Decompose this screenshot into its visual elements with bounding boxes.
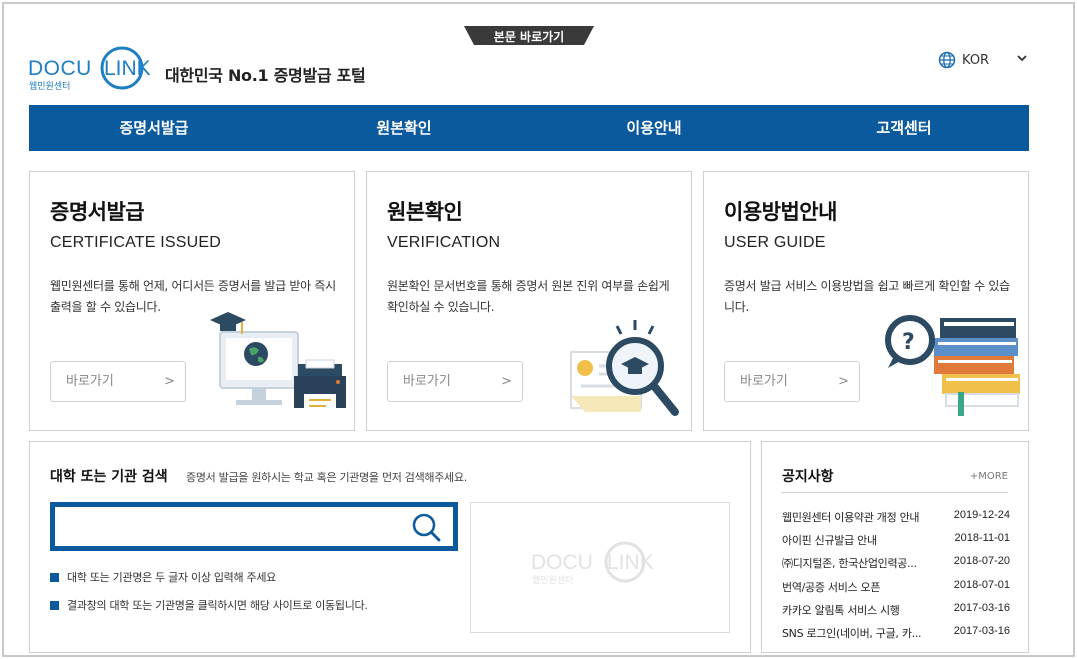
- notice-item[interactable]: 아이핀 신규발급 안내 2018-11-01: [782, 532, 1010, 550]
- chevron-right-icon: >: [164, 374, 175, 389]
- bullet-square-icon: [50, 600, 59, 610]
- globe-icon: [938, 51, 956, 69]
- notice-item-date: 2017-03-16: [953, 625, 1010, 637]
- doculink-logo[interactable]: DOCU LINK 웹민원센터: [28, 46, 158, 96]
- card-verification: 원본확인 VERIFICATION 원본확인 문서번호를 통해 증명서 원본 진…: [366, 171, 692, 431]
- hint-text: 결과창의 대학 또는 기관명을 클릭하시면 해당 사이트로 이동됩니다.: [67, 599, 368, 612]
- notice-item-title[interactable]: 아이핀 신규발급 안내: [782, 532, 937, 550]
- chevron-right-icon: >: [501, 374, 512, 389]
- search-icon[interactable]: [409, 510, 443, 544]
- notice-more-link[interactable]: +MORE: [970, 471, 1008, 482]
- chevron-right-icon: >: [838, 374, 849, 389]
- card-subtitle: VERIFICATION: [387, 234, 501, 251]
- search-result-panel: DOCU LINK 웹민원센터: [470, 502, 730, 633]
- notice-item-date: 2018-11-01: [954, 532, 1010, 544]
- notice-item-date: 2019-12-24: [953, 509, 1010, 521]
- bullet-square-icon: [50, 572, 59, 582]
- card-go-button[interactable]: 바로가기 >: [724, 361, 860, 402]
- go-button-label: 바로가기: [403, 374, 451, 389]
- search-hint-1: 대학 또는 기관명은 두 글자 이상 입력해 주세요: [50, 569, 276, 585]
- skip-to-content-link[interactable]: 본문 바로가기: [464, 26, 594, 45]
- nav-customer-center[interactable]: 고객센터: [779, 105, 1029, 151]
- svg-text:?: ?: [902, 330, 915, 355]
- card-subtitle: CERTIFICATE ISSUED: [50, 234, 222, 251]
- site-tagline: 대한민국 No.1 증명발급 포털: [165, 66, 366, 85]
- svg-text:웹민원센터: 웹민원센터: [532, 575, 573, 586]
- card-certificate-issue: 증명서발급 CERTIFICATE ISSUED 웹민원센터를 통해 언제, 어…: [29, 171, 355, 431]
- chevron-down-icon: [1017, 55, 1027, 62]
- card-go-button[interactable]: 바로가기 >: [50, 361, 186, 402]
- card-user-guide: 이용방법안내 USER GUIDE 증명서 발급 서비스 이용방법을 쉽고 빠르…: [703, 171, 1029, 431]
- language-label: KOR: [962, 52, 990, 68]
- go-button-label: 바로가기: [66, 374, 114, 389]
- institution-search-input[interactable]: [61, 513, 401, 541]
- books-question-illustration: ?: [885, 315, 1020, 416]
- notice-title: 공지사항: [782, 469, 834, 485]
- svg-text:LINK: LINK: [607, 551, 654, 574]
- card-go-button[interactable]: 바로가기 >: [387, 361, 523, 402]
- magnifier-certificate-illustration: [570, 320, 679, 416]
- nav-certificate-issue[interactable]: 증명서발급: [29, 105, 279, 151]
- institution-search-panel: 대학 또는 기관 검색 증명서 발급을 원하시는 학교 혹은 기관명을 먼저 검…: [29, 441, 751, 653]
- notice-item-title[interactable]: SNS 로그인(네이버, 구글, 카...: [782, 625, 937, 643]
- go-button-label: 바로가기: [740, 374, 788, 389]
- notice-item-date: 2018-07-01: [953, 579, 1010, 591]
- skip-link-label: 본문 바로가기: [493, 30, 565, 44]
- computer-printer-illustration: [210, 312, 346, 412]
- doculink-watermark: DOCU LINK 웹민원센터: [531, 541, 654, 586]
- notice-item[interactable]: 웹민원센터 이용약관 개정 안내 2019-12-24: [782, 509, 1010, 527]
- svg-text:LINK: LINK: [104, 57, 151, 80]
- card-title: 증명서발급: [50, 200, 145, 224]
- svg-text:DOCU: DOCU: [531, 551, 593, 574]
- search-subtitle: 증명서 발급을 원하시는 학교 혹은 기관명을 먼저 검색해주세요.: [186, 471, 467, 484]
- logo-graphic: DOCU LINK 웹민원센터: [28, 46, 151, 92]
- card-title: 이용방법안내: [724, 200, 837, 224]
- logo-sub-text: 웹민원센터: [29, 81, 70, 92]
- main-nav: 증명서발급 원본확인 이용안내 고객센터: [29, 105, 1029, 151]
- svg-text:DOCU: DOCU: [28, 57, 92, 80]
- notice-item[interactable]: 카카오 알림톡 서비스 시행 2017-03-16: [782, 602, 1010, 620]
- search-input-frame: [50, 502, 458, 551]
- notice-panel: 공지사항 +MORE 웹민원센터 이용약관 개정 안내 2019-12-24 아…: [761, 441, 1029, 653]
- search-title: 대학 또는 기관 검색: [50, 469, 168, 485]
- card-subtitle: USER GUIDE: [724, 234, 826, 251]
- notice-item[interactable]: SNS 로그인(네이버, 구글, 카... 2017-03-16: [782, 625, 1010, 643]
- notice-item-date: 2018-07-20: [953, 555, 1010, 567]
- card-title: 원본확인: [387, 200, 463, 224]
- notice-item[interactable]: 번역/공증 서비스 오픈 2018-07-01: [782, 579, 1010, 597]
- search-hint-2: 결과창의 대학 또는 기관명을 클릭하시면 해당 사이트로 이동됩니다.: [50, 597, 368, 613]
- notice-item-title[interactable]: 번역/공증 서비스 오픈: [782, 579, 937, 597]
- notice-divider: [782, 492, 1008, 493]
- hint-text: 대학 또는 기관명은 두 글자 이상 입력해 주세요: [67, 571, 276, 584]
- notice-item-title[interactable]: ㈜디지털존, 한국산업인력공...: [782, 555, 937, 573]
- notice-item-date: 2017-03-16: [953, 602, 1010, 614]
- nav-usage-guide[interactable]: 이용안내: [529, 105, 779, 151]
- notice-item-title[interactable]: 웹민원센터 이용약관 개정 안내: [782, 509, 937, 527]
- nav-verification[interactable]: 원본확인: [279, 105, 529, 151]
- notice-item[interactable]: ㈜디지털존, 한국산업인력공... 2018-07-20: [782, 555, 1010, 573]
- notice-item-title[interactable]: 카카오 알림톡 서비스 시행: [782, 602, 937, 620]
- language-selector[interactable]: KOR: [938, 50, 1027, 70]
